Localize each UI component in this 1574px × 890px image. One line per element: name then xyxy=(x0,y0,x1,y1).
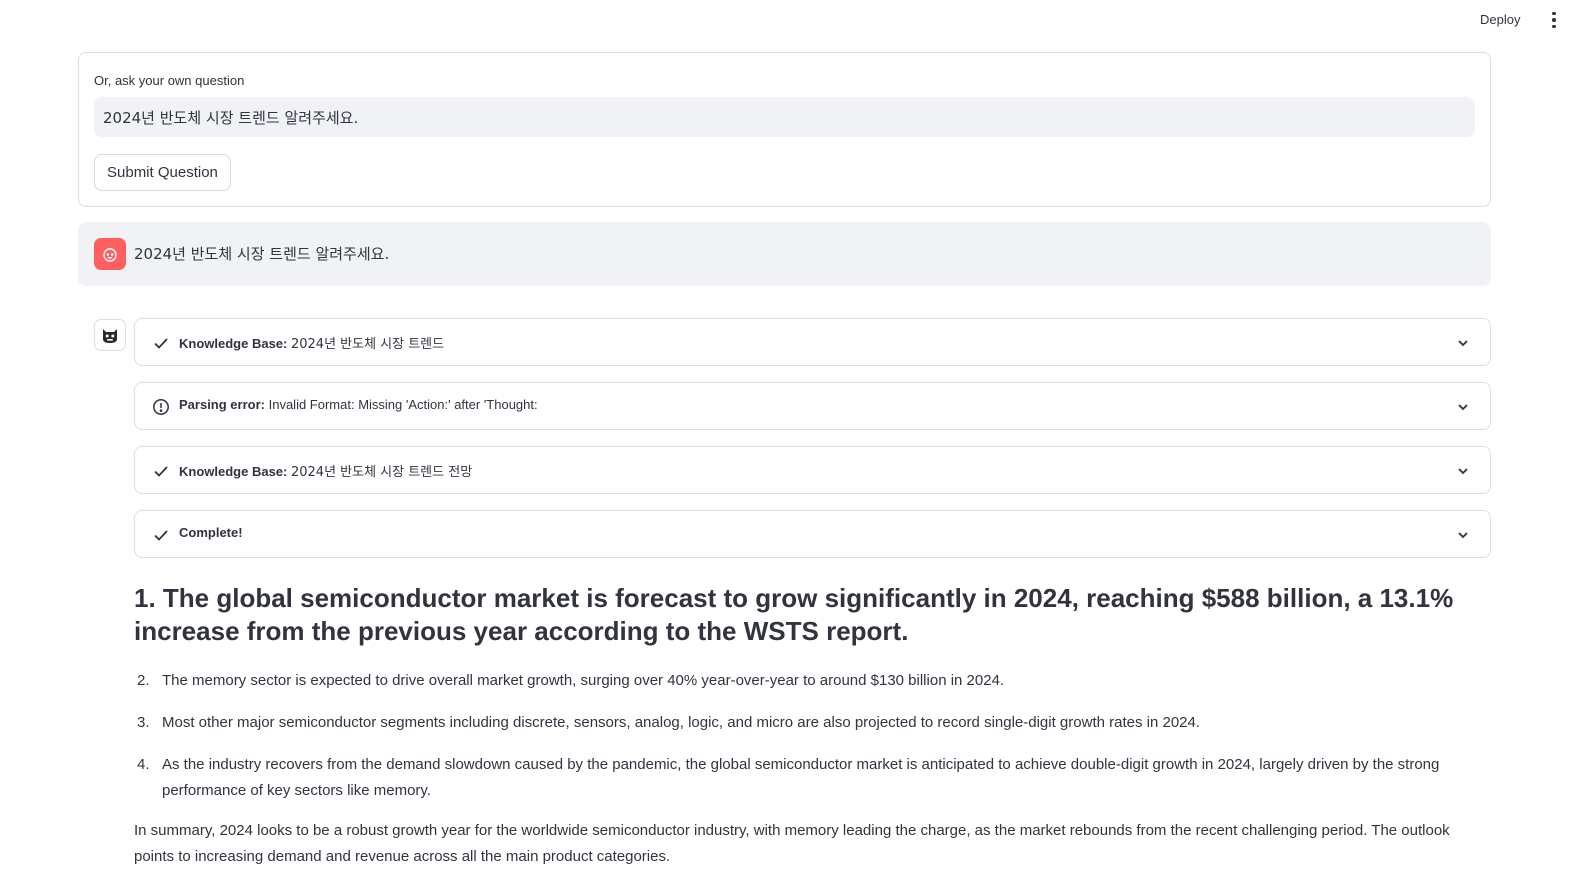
user-face-icon xyxy=(94,238,126,270)
list-item-text: As the industry recovers from the demand… xyxy=(162,756,1440,799)
user-chat-message: 2024년 반도체 시장 트렌드 알려주세요. xyxy=(78,222,1491,286)
step-expander-parsing-error[interactable]: Parsing error: Invalid Format: Missing '… xyxy=(134,382,1491,430)
step-title: Knowledge Base: xyxy=(179,464,288,479)
answer-list-item: 3. Most other major semiconductor segmen… xyxy=(134,710,1464,736)
question-input[interactable] xyxy=(94,97,1475,137)
deploy-button[interactable]: Deploy xyxy=(1472,9,1528,31)
answer-list: 2. The memory sector is expected to driv… xyxy=(134,668,1464,820)
check-icon xyxy=(154,466,168,477)
vertical-ellipsis-icon[interactable] xyxy=(1543,8,1565,32)
step-label: Complete! xyxy=(179,525,243,540)
submit-question-button[interactable]: Submit Question xyxy=(94,154,231,191)
list-item-text: Most other major semiconductor segments … xyxy=(162,714,1201,731)
step-detail: 2024년 반도체 시장 트렌드 전망 xyxy=(290,465,473,480)
app-header: Deploy xyxy=(0,0,1574,40)
chevron-down-icon xyxy=(1458,532,1468,539)
step-label: Parsing error: Invalid Format: Missing '… xyxy=(179,397,538,412)
check-icon xyxy=(154,530,168,541)
question-form: Or, ask your own question Submit Questio… xyxy=(78,52,1491,207)
chevron-down-icon xyxy=(1458,468,1468,475)
step-detail: Invalid Format: Missing 'Action:' after … xyxy=(268,397,538,412)
step-detail: 2024년 반도체 시장 트렌드 xyxy=(290,337,445,352)
list-item-number: 3. xyxy=(137,714,150,731)
bot-face-icon xyxy=(94,319,126,351)
step-label: Knowledge Base: 2024년 반도체 시장 트렌드 xyxy=(179,333,444,352)
answer-heading: 1. The global semiconductor market is fo… xyxy=(134,583,1454,646)
chevron-down-icon xyxy=(1458,404,1468,411)
error-circle-icon xyxy=(153,399,169,415)
question-input-label: Or, ask your own question xyxy=(94,73,245,88)
user-message-text: 2024년 반도체 시장 트렌드 알려주세요. xyxy=(134,245,390,263)
answer-list-item: 2. The memory sector is expected to driv… xyxy=(134,668,1464,694)
check-icon xyxy=(154,338,168,349)
answer-summary: In summary, 2024 looks to be a robust gr… xyxy=(134,822,1450,865)
answer-list-item: 4. As the industry recovers from the dem… xyxy=(134,752,1464,804)
step-title: Parsing error: xyxy=(179,397,265,412)
step-expander-knowledge-base[interactable]: Knowledge Base: 2024년 반도체 시장 트렌드 xyxy=(134,318,1491,366)
list-item-text: The memory sector is expected to drive o… xyxy=(162,672,1005,689)
step-title: Complete! xyxy=(179,525,243,540)
step-title: Knowledge Base: xyxy=(179,336,288,351)
list-item-number: 4. xyxy=(137,756,150,773)
chevron-down-icon xyxy=(1458,340,1468,347)
step-expander-knowledge-base[interactable]: Knowledge Base: 2024년 반도체 시장 트렌드 전망 xyxy=(134,446,1491,494)
step-expander-complete[interactable]: Complete! xyxy=(134,510,1491,558)
list-item-number: 2. xyxy=(137,672,150,689)
step-label: Knowledge Base: 2024년 반도체 시장 트렌드 전망 xyxy=(179,461,472,480)
